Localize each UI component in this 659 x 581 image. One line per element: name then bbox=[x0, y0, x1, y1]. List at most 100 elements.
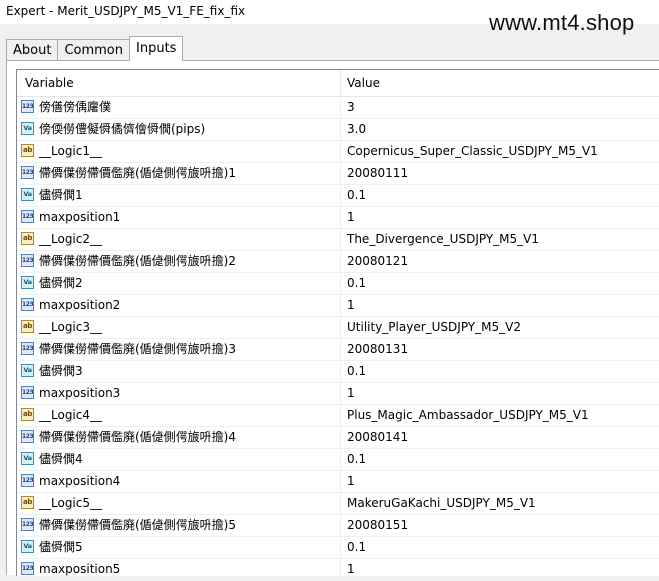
int-icon: 123 bbox=[21, 254, 34, 267]
cell-divider bbox=[340, 339, 341, 360]
variable-value[interactable]: 1 bbox=[347, 207, 355, 228]
variable-value[interactable]: 0.1 bbox=[347, 361, 366, 382]
cell-divider bbox=[340, 317, 341, 338]
table-row[interactable]: Va 儘僢僩4 0.1 bbox=[17, 449, 659, 471]
table-row[interactable]: Va 儘僢僩1 0.1 bbox=[17, 185, 659, 207]
variable-value[interactable]: 0.1 bbox=[347, 537, 366, 558]
double-icon: Va bbox=[21, 122, 34, 135]
int-icon: 123 bbox=[21, 430, 34, 443]
table-row[interactable]: 123 傍僐傍偊廜僕 3 bbox=[17, 97, 659, 119]
window-title: Expert - Merit_USDJPY_M5_V1_FE_fix_fix bbox=[6, 4, 246, 18]
variable-value[interactable]: 1 bbox=[347, 559, 355, 580]
variable-name: maxposition1 bbox=[39, 210, 121, 224]
table-row[interactable]: 123 僀僲僷僗僀價儖廃(偱偼側偔旇呏擔)4 20080141 bbox=[17, 427, 659, 449]
variable-name: maxposition4 bbox=[39, 474, 121, 488]
cell-divider bbox=[340, 163, 341, 184]
string-icon: ab bbox=[21, 232, 34, 245]
table-row[interactable]: ab __Logic5__ MakeruGaKachi_USDJPY_M5_V1 bbox=[17, 493, 659, 515]
tab-bar: About Common Inputs bbox=[6, 36, 184, 61]
variable-name: 儘僢僩1 bbox=[39, 188, 83, 202]
variable-name: 傍偄僗僼儗僢僪儕儈僢僩(pips) bbox=[39, 122, 206, 136]
variable-name: 僀僲僷僗僀價儖廃(偱偼側偔旇呏擔)4 bbox=[39, 430, 236, 444]
table-row[interactable]: Va 儘僢僩5 0.1 bbox=[17, 537, 659, 559]
variable-value[interactable]: 20080121 bbox=[347, 251, 408, 272]
int-icon: 123 bbox=[21, 386, 34, 399]
table-row[interactable]: 123 maxposition1 1 bbox=[17, 207, 659, 229]
int-icon: 123 bbox=[21, 210, 34, 223]
variable-value[interactable]: 0.1 bbox=[347, 185, 366, 206]
variable-value[interactable]: 20080111 bbox=[347, 163, 408, 184]
variable-value[interactable]: 0.1 bbox=[347, 273, 366, 294]
int-icon: 123 bbox=[21, 342, 34, 355]
variable-value[interactable]: 3.0 bbox=[347, 119, 366, 140]
cell-divider bbox=[340, 449, 341, 470]
variable-name: 儘僢僩2 bbox=[39, 276, 83, 290]
tab-inputs[interactable]: Inputs bbox=[129, 36, 184, 61]
table-row[interactable]: 123 maxposition5 1 bbox=[17, 559, 659, 581]
table-row[interactable]: ab __Logic1__ Copernicus_Super_Classic_USD… bbox=[17, 141, 659, 163]
double-icon: Va bbox=[21, 452, 34, 465]
string-icon: ab bbox=[21, 320, 34, 333]
int-icon: 123 bbox=[21, 562, 34, 575]
variable-value[interactable]: 20080131 bbox=[347, 339, 408, 360]
cell-divider bbox=[340, 185, 341, 206]
tab-about[interactable]: About bbox=[6, 39, 59, 61]
variable-value[interactable]: 20080141 bbox=[347, 427, 408, 448]
variable-name: maxposition2 bbox=[39, 298, 121, 312]
cell-divider bbox=[340, 97, 341, 118]
variable-name: __Logic2__ bbox=[39, 232, 102, 246]
table-row[interactable]: 123 maxposition3 1 bbox=[17, 383, 659, 405]
table-row[interactable]: Va 傍偄僗僼儗僢僪儕儈僢僩(pips) 3.0 bbox=[17, 119, 659, 141]
column-header-variable[interactable]: Variable bbox=[25, 70, 74, 96]
variable-value[interactable]: 1 bbox=[347, 295, 355, 316]
table-row[interactable]: 123 僀僲僷僗僀價儖廃(偱偼側偔旇呏擔)2 20080121 bbox=[17, 251, 659, 273]
variable-name: 僀僲僷僗僀價儖廃(偱偼側偔旇呏擔)2 bbox=[39, 254, 236, 268]
variable-name: maxposition5 bbox=[39, 562, 121, 576]
string-icon: ab bbox=[21, 408, 34, 421]
variable-value[interactable]: MakeruGaKachi_USDJPY_M5_V1 bbox=[347, 493, 536, 514]
table-row[interactable]: 123 僀僲僷僗僀價儖廃(偱偼側偔旇呏擔)3 20080131 bbox=[17, 339, 659, 361]
table-row[interactable]: Va 儘僢僩2 0.1 bbox=[17, 273, 659, 295]
cell-divider bbox=[340, 537, 341, 558]
table-row[interactable]: ab __Logic2__ The_Divergence_USDJPY_M5_V1 bbox=[17, 229, 659, 251]
variable-name: 傍僐傍偊廜僕 bbox=[39, 100, 112, 114]
variable-value[interactable]: 0.1 bbox=[347, 449, 366, 470]
table-row[interactable]: 123 僀僲僷僗僀價儖廃(偱偼側偔旇呏擔)1 20080111 bbox=[17, 163, 659, 185]
table-row[interactable]: ab __Logic3__ Utility_Player_USDJPY_M5_V2 bbox=[17, 317, 659, 339]
variable-name: 僀僲僷僗僀價儖廃(偱偼側偔旇呏擔)3 bbox=[39, 342, 236, 356]
cell-divider bbox=[340, 493, 341, 514]
cell-divider bbox=[340, 471, 341, 492]
variable-name: 儘僢僩4 bbox=[39, 452, 83, 466]
tab-common[interactable]: Common bbox=[57, 39, 130, 61]
table-row[interactable]: 123 maxposition2 1 bbox=[17, 295, 659, 317]
table-row[interactable]: 123 maxposition4 1 bbox=[17, 471, 659, 493]
watermark-text: www.mt4.shop bbox=[489, 10, 635, 35]
table-row[interactable]: 123 僀僲僷僗僀價儖廃(偱偼側偔旇呏擔)5 20080151 bbox=[17, 515, 659, 537]
variable-name: __Logic5__ bbox=[39, 496, 102, 510]
variable-name: 儘僢僩5 bbox=[39, 540, 83, 554]
variable-name: 儘僢僩3 bbox=[39, 364, 83, 378]
cell-divider bbox=[340, 141, 341, 162]
column-divider[interactable] bbox=[340, 70, 341, 96]
variable-name: 僀僲僷僗僀價儖廃(偱偼側偔旇呏擔)5 bbox=[39, 518, 236, 532]
variable-value[interactable]: Plus_Magic_Ambassador_USDJPY_M5_V1 bbox=[347, 405, 589, 426]
double-icon: Va bbox=[21, 364, 34, 377]
variable-value[interactable]: 20080151 bbox=[347, 515, 408, 536]
table-row[interactable]: Va 儘僢僩3 0.1 bbox=[17, 361, 659, 383]
int-icon: 123 bbox=[21, 518, 34, 531]
table-row[interactable]: ab __Logic4__ Plus_Magic_Ambassador_USDJPY… bbox=[17, 405, 659, 427]
cell-divider bbox=[340, 559, 341, 580]
double-icon: Va bbox=[21, 276, 34, 289]
variable-value[interactable]: 1 bbox=[347, 471, 355, 492]
column-header-value[interactable]: Value bbox=[347, 70, 380, 96]
variable-value[interactable]: Utility_Player_USDJPY_M5_V2 bbox=[347, 317, 521, 338]
int-icon: 123 bbox=[21, 298, 34, 311]
variable-value[interactable]: 1 bbox=[347, 383, 355, 404]
inputs-grid: Variable Value 123 傍僐傍偊廜僕 3 Va 傍偄僗僼儗僢僪儕儈僢僩(p… bbox=[16, 69, 659, 581]
int-icon: 123 bbox=[21, 166, 34, 179]
variable-value[interactable]: Copernicus_Super_Classic_USDJPY_M5_V1 bbox=[347, 141, 598, 162]
variable-value[interactable]: The_Divergence_USDJPY_M5_V1 bbox=[347, 229, 539, 250]
double-icon: Va bbox=[21, 188, 34, 201]
variable-value[interactable]: 3 bbox=[347, 97, 355, 118]
variable-name: 僀僲僷僗僀價儖廃(偱偼側偔旇呏擔)1 bbox=[39, 166, 236, 180]
